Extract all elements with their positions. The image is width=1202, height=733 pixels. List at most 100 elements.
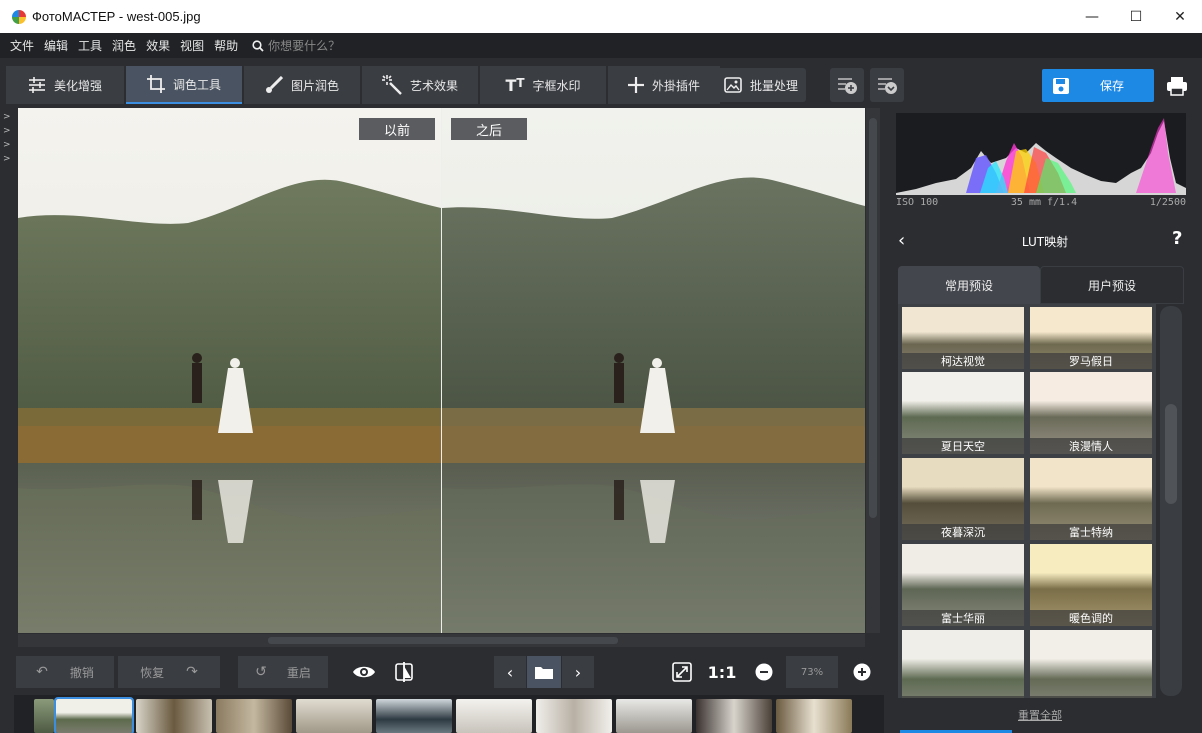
tab-plugins-label: 外掛插件 [651, 78, 700, 93]
tab-art-effects[interactable]: 艺术效果 [362, 66, 478, 104]
tab-color-tools[interactable]: 调色工具 [126, 66, 242, 104]
menu-effects[interactable]: 效果 [146, 37, 170, 54]
film-thumbnail[interactable] [776, 699, 852, 733]
crop-icon [146, 75, 165, 93]
preset-item[interactable]: 柯达视觉 [902, 307, 1024, 369]
menu-tools[interactable]: 工具 [78, 37, 102, 54]
tab-enhance-label: 美化增强 [53, 78, 102, 93]
tab-text-frames[interactable]: TT 字框水印 [480, 66, 606, 104]
preset-grid: 柯达视觉 罗马假日 夏日天空 浪漫情人 夜暮深沉 富士特纳 富士华丽 暖色调的 [898, 304, 1156, 698]
zoom-field[interactable]: 73% [786, 656, 838, 688]
preview-eye-button[interactable] [348, 656, 380, 688]
redo-button[interactable]: 恢复 ↷ [118, 656, 220, 688]
menu-search[interactable]: 你想要什么？ [252, 37, 340, 54]
batch-label: 批量处理 [749, 78, 798, 93]
film-thumbnail[interactable] [54, 697, 134, 733]
exif-shutter: 1/2500 [1149, 197, 1186, 208]
scrollbar-thumb[interactable] [268, 637, 618, 644]
save-button[interactable]: 保存 [1042, 69, 1154, 102]
preset-item[interactable] [1030, 630, 1152, 698]
chevron-right-icon: › [574, 662, 582, 682]
batch-button[interactable]: 批量处理 [716, 68, 806, 102]
window-controls: — ☐ ✕ [1070, 0, 1202, 33]
film-thumbnail[interactable] [696, 699, 772, 733]
batch-images-icon [724, 77, 742, 93]
tab-common-presets[interactable]: 常用预设 [898, 266, 1040, 304]
maximize-button[interactable]: ☐ [1114, 0, 1158, 33]
preset-item[interactable]: 夏日天空 [902, 372, 1024, 454]
preset-item[interactable]: 富士特纳 [1030, 458, 1152, 540]
preset-scrollbar[interactable] [1160, 306, 1182, 696]
preset-item[interactable]: 浪漫情人 [1030, 372, 1152, 454]
preset-item[interactable]: 暖色调的 [1030, 544, 1152, 626]
preset-label: 柯达视觉 [902, 353, 1024, 369]
plus-circle-icon [853, 663, 871, 681]
film-thumbnail[interactable] [536, 699, 612, 733]
before-label: 以前 [359, 118, 435, 140]
previous-image-button[interactable]: ‹ [494, 656, 526, 688]
preset-item[interactable] [902, 630, 1024, 698]
undo-button[interactable]: ↶ 撤销 [16, 656, 114, 688]
reset-button[interactable]: ↺ 重启 [238, 656, 328, 688]
close-button[interactable]: ✕ [1158, 0, 1202, 33]
film-thumbnail[interactable] [296, 699, 372, 733]
add-preset-button[interactable] [830, 68, 864, 102]
side-panel-toggle[interactable]: > > > > [3, 110, 11, 166]
download-preset-button[interactable] [870, 68, 904, 102]
film-thumbnail[interactable] [34, 699, 54, 733]
tab-art-effects-label: 艺术效果 [409, 78, 458, 93]
preset-label: 浪漫情人 [1030, 438, 1152, 454]
preset-item[interactable]: 夜暮深沉 [902, 458, 1024, 540]
canvas-horizontal-scrollbar[interactable] [18, 634, 865, 647]
tab-color-tools-label: 调色工具 [172, 77, 221, 92]
tab-retouch[interactable]: 图片润色 [244, 66, 360, 104]
tab-text-frames-label: 字框水印 [532, 78, 581, 93]
menu-file[interactable]: 文件 [10, 37, 34, 54]
image-canvas[interactable]: 以前 之后 [18, 108, 865, 633]
split-compare-icon [395, 662, 413, 682]
preset-item[interactable]: 罗马假日 [1030, 307, 1152, 369]
menu-view[interactable]: 视图 [180, 37, 204, 54]
next-image-button[interactable]: › [562, 656, 594, 688]
compare-split-button[interactable] [388, 656, 420, 688]
preset-item[interactable]: 富士华丽 [902, 544, 1024, 626]
plus-icon [627, 77, 644, 93]
print-button[interactable] [1160, 69, 1194, 102]
tab-plugins[interactable]: 外掛插件 [608, 66, 720, 104]
tab-enhance[interactable]: 美化增强 [6, 66, 124, 104]
open-folder-button[interactable] [527, 656, 561, 688]
filmstrip [14, 695, 884, 733]
reset-icon: ↺ [255, 664, 267, 680]
menu-retouch[interactable]: 润色 [112, 37, 136, 54]
film-thumbnail[interactable] [456, 699, 532, 733]
scrollbar-thumb[interactable] [1165, 404, 1177, 504]
main-toolbar: 美化增强 调色工具 图片润色 艺术效果 TT 字框水印 外掛插件 [6, 66, 722, 106]
fit-to-screen-button[interactable] [668, 656, 696, 688]
after-image [442, 108, 865, 633]
preset-label: 夜暮深沉 [902, 524, 1024, 540]
zoom-out-button[interactable] [750, 656, 778, 688]
magic-wand-icon [381, 75, 402, 95]
film-thumbnail[interactable] [616, 699, 692, 733]
preset-label [902, 696, 1024, 698]
undo-icon: ↶ [36, 664, 48, 680]
canvas-vertical-scrollbar[interactable] [866, 108, 880, 633]
reset-all-link[interactable]: 重置全部 [890, 707, 1190, 723]
after-photo [442, 108, 865, 633]
film-thumbnail[interactable] [376, 699, 452, 733]
film-thumbnail[interactable] [216, 699, 292, 733]
menu-help[interactable]: 帮助 [214, 37, 238, 54]
printer-icon [1167, 76, 1187, 96]
scrollbar-thumb[interactable] [869, 118, 877, 518]
actual-size-button[interactable]: 1:1 [706, 656, 738, 688]
preset-label: 富士特纳 [1030, 524, 1152, 540]
folder-icon [535, 667, 553, 679]
minimize-button[interactable]: — [1070, 0, 1114, 33]
zoom-in-button[interactable] [848, 656, 876, 688]
help-button[interactable]: ? [1172, 228, 1182, 249]
minus-circle-icon [755, 663, 773, 681]
tab-user-presets[interactable]: 用户预设 [1040, 266, 1184, 304]
floppy-disk-icon [1052, 77, 1070, 95]
menu-edit[interactable]: 编辑 [44, 37, 68, 54]
film-thumbnail[interactable] [136, 699, 212, 733]
